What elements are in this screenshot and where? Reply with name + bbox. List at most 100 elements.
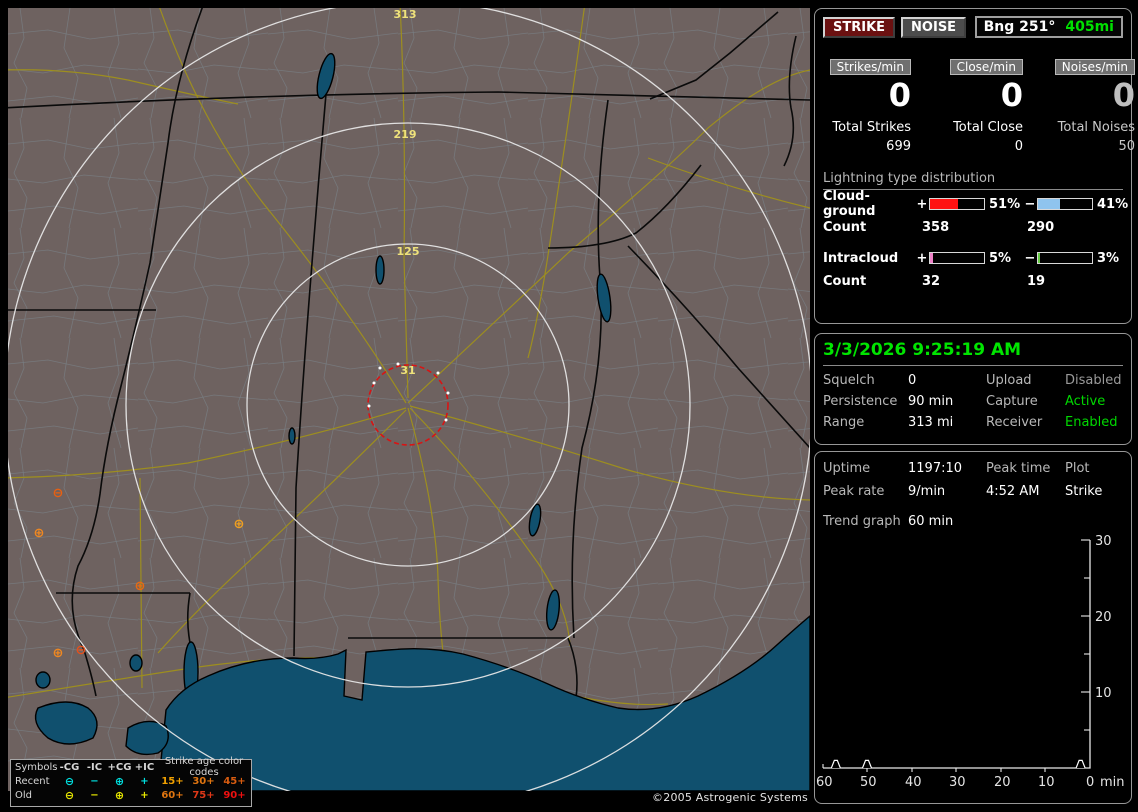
cloud-ground-counts: Count 358 290 [815,216,1131,238]
status-panel: 3/3/2026 9:25:19 AM Squelch 0 Upload Dis… [814,333,1132,445]
noises-per-min-chip: Noises/min [1054,59,1135,75]
datetime-display: 3/3/2026 9:25:19 AM [823,340,1123,366]
total-noises-value: 50 [1118,139,1135,154]
strikes-per-min-value: 0 [888,76,911,114]
svg-text:⊖: ⊖ [76,643,87,658]
receiver-status: Enabled [1065,415,1118,430]
svg-text:⊕: ⊕ [53,646,64,661]
pos-ic-bar [929,252,985,264]
neg-ic-old-icon: − [90,789,99,801]
plus-sign: + [916,250,928,266]
intracloud-counts: Count 32 19 [815,270,1131,292]
total-strikes-label: Total Strikes [832,120,911,135]
age-60: 60+ [161,789,184,801]
age-90: 90+ [223,789,246,801]
noise-button[interactable]: NOISE [901,16,967,38]
counters-panel: STRIKE NOISE Bng 251° 405mi Strikes/min 0… [814,8,1135,324]
range-value: 313 mi [908,415,954,430]
pos-ic-recent-icon: + [140,775,149,787]
capture-label: Capture [986,394,1038,409]
plus-sign: + [916,196,928,212]
strikes-per-min-chip: Strikes/min [829,59,911,75]
pos-cg-count: 358 [922,219,950,235]
minus-sign: − [1024,250,1036,266]
legend-col-neg-cg: -CG [59,761,80,773]
y-tick-20: 20 [1095,610,1112,625]
svg-text:⊖: ⊖ [53,486,64,501]
pos-cg-percent: 51% [989,196,1021,212]
map-canvas: 313 219 125 31 ⊖ ⊕ ⊕ ⊕ ⊕ ⊖ [8,8,810,791]
pos-cg-old-icon: ⊕ [114,788,125,802]
ring-label-125: 125 [397,245,420,258]
svg-text:⊕: ⊕ [135,579,146,594]
neg-cg-recent-icon: ⊖ [64,774,75,788]
neg-cg-bar [1037,198,1093,210]
x-tick-40: 40 [905,775,922,790]
pos-ic-percent: 5% [989,250,1012,266]
bearing-label: Bng 251° [983,19,1056,35]
strike-button[interactable]: STRIKE [823,16,896,38]
neg-cg-old-icon: ⊖ [64,788,75,802]
close-column: Close/min 0 Total Close 0 [911,59,1023,154]
x-tick-60: 60 [816,775,833,790]
persistence-value: 90 min [908,394,954,409]
trend-series [830,759,1086,769]
legend-row-old: Old [15,789,32,801]
pos-cg-bar [929,198,985,210]
x-tick-0: 0 [1086,775,1094,790]
pos-cg-recent-icon: ⊕ [114,774,125,788]
noises-per-min-value: 0 [1112,76,1135,114]
count-label: Count [823,219,867,235]
noises-column: Noises/min 0 Total Noises 50 [1023,59,1135,154]
svg-text:⊕: ⊕ [234,517,245,532]
coastal-bay [125,720,169,756]
neg-cg-count: 290 [1027,219,1055,235]
x-tick-30: 30 [949,775,966,790]
ring-label-313: 313 [394,8,417,21]
ring-label-219: 219 [394,128,417,141]
range-label: Range [823,415,865,430]
squelch-value: 0 [908,373,917,388]
cloud-ground-label: Cloud-ground [823,189,876,219]
neg-ic-recent-icon: − [90,775,99,787]
total-strikes-value: 699 [886,139,911,154]
strike-map[interactable]: 313 219 125 31 ⊖ ⊕ ⊕ ⊕ ⊕ ⊖ [8,8,810,791]
persistence-label: Persistence [823,394,898,409]
neg-cg-percent: 41% [1097,196,1129,212]
close-per-min-value: 0 [1000,76,1023,114]
symbol-legend: Symbols -CG -IC +CG +IC Strike age color… [10,756,252,807]
trend-panel: Uptime 1197:10 Peak time Plot Peak rate … [814,451,1132,804]
app-window: { "header": { "strike_button": "STRIKE",… [0,0,1138,812]
receiver-label: Receiver [986,415,1043,430]
x-axis-unit: min [1100,775,1125,790]
x-tick-20: 20 [994,775,1011,790]
squelch-label: Squelch [823,373,875,388]
upload-status: Disabled [1065,373,1122,388]
cloud-ground-row: Cloud-ground + 51% − 41% [815,189,1131,219]
intracloud-row: Intracloud + 5% − 3% [815,246,1131,270]
legend-col-neg-ic: -IC [86,761,103,773]
x-tick-10: 10 [1038,775,1055,790]
age-75: 75+ [192,789,215,801]
bearing-readout: Bng 251° 405mi [974,16,1123,38]
count-label: Count [823,273,867,289]
neg-ic-bar [1037,252,1093,264]
intracloud-label: Intracloud [823,250,899,266]
y-tick-10: 10 [1095,686,1112,701]
legend-row-recent: Recent [15,775,50,787]
svg-text:⊕: ⊕ [34,526,45,541]
minus-sign: − [1024,196,1036,212]
total-noises-label: Total Noises [1057,120,1135,135]
total-close-value: 0 [1014,139,1023,154]
y-tick-30: 30 [1095,534,1112,549]
pos-ic-count: 32 [922,273,941,289]
close-per-min-chip: Close/min [949,59,1023,75]
age-30: 30+ [192,775,215,787]
distribution-title: Lightning type distribution [823,171,1123,190]
legend-col-pos-ic: +IC [134,761,155,773]
capture-status: Active [1065,394,1106,409]
strikes-column: Strikes/min 0 Total Strikes 699 [823,59,911,154]
neg-ic-count: 19 [1027,273,1046,289]
trend-graph: 30 20 10 60 50 40 30 20 10 0 min [816,534,1125,790]
bearing-distance: 405mi [1065,19,1114,35]
